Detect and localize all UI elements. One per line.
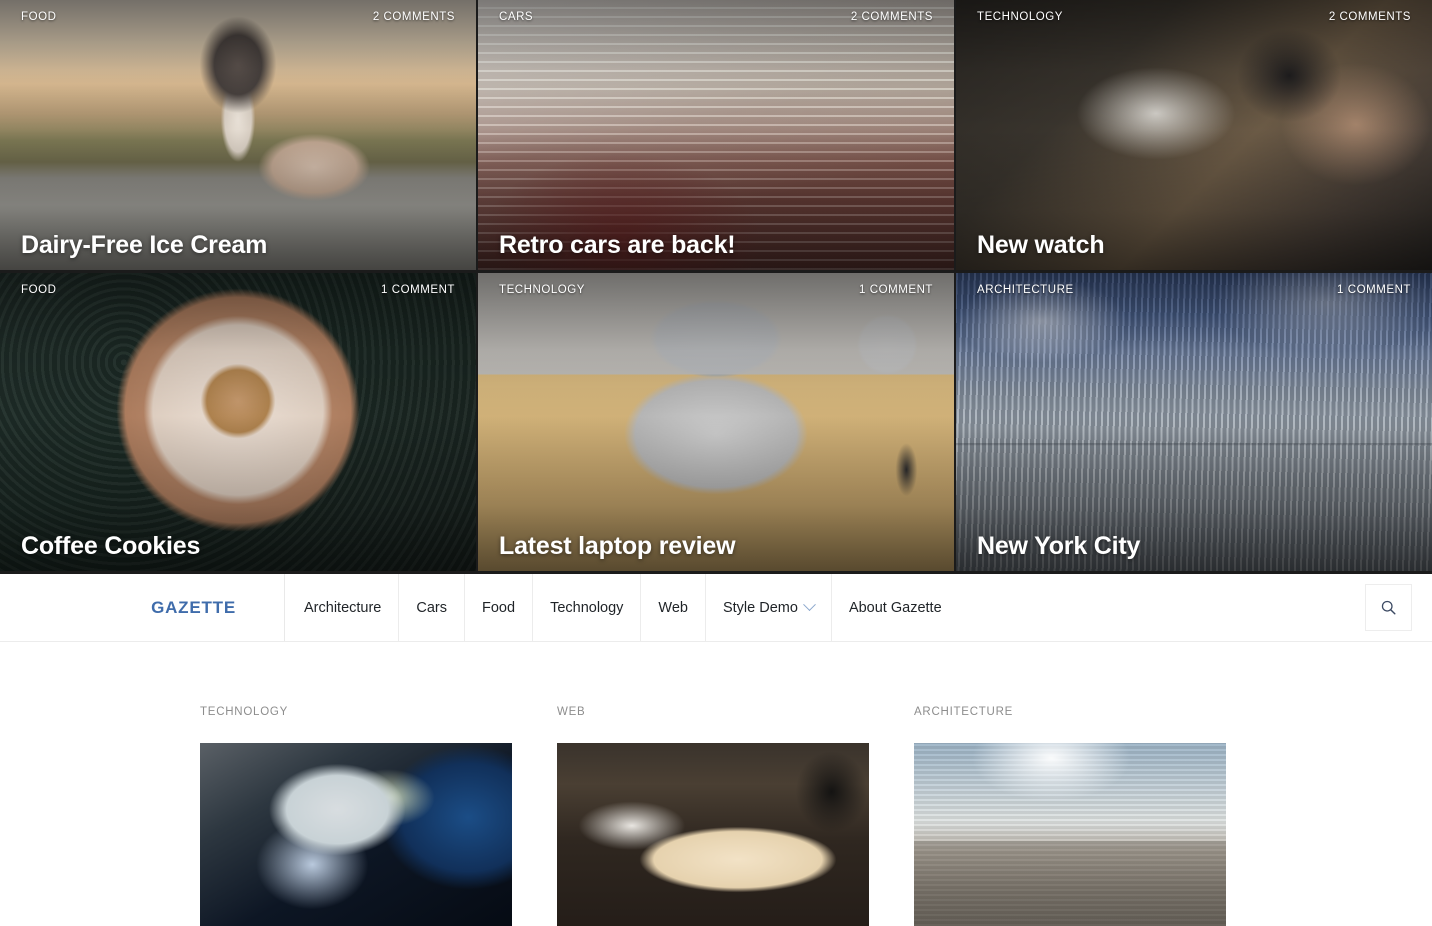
tile-category[interactable]: CARS xyxy=(499,11,533,23)
nav-item-technology[interactable]: Technology xyxy=(533,574,642,641)
tile-category[interactable]: TECHNOLOGY xyxy=(499,284,585,296)
nav-item-label: Food xyxy=(482,599,516,616)
nav-item-about-gazette[interactable]: About Gazette xyxy=(832,574,959,641)
tile-meta: FOOD 2 COMMENTS xyxy=(21,11,455,23)
tile-overlay-shade xyxy=(0,0,476,270)
abstract-blue-photo[interactable] xyxy=(200,743,512,926)
tile-comment-count[interactable]: 1 COMMENT xyxy=(859,284,933,296)
featured-tile-dairy-free-ice-cream[interactable]: FOOD 2 COMMENTS Dairy-Free Ice Cream xyxy=(0,0,476,270)
search-cell xyxy=(1344,574,1432,641)
nav-item-cars[interactable]: Cars xyxy=(399,574,465,641)
teaser-category-label[interactable]: ARCHITECTURE xyxy=(914,706,1226,718)
nav-item-label: Style Demo xyxy=(722,599,798,616)
featured-tile-retro-cars[interactable]: CARS 2 COMMENTS Retro cars are back! xyxy=(478,0,954,270)
teaser-architecture: ARCHITECTURE xyxy=(914,706,1226,926)
tile-title[interactable]: Dairy-Free Ice Cream xyxy=(21,231,455,260)
tile-overlay-shade xyxy=(956,273,1432,571)
tile-meta: FOOD 1 COMMENT xyxy=(21,284,455,296)
featured-row-bottom: FOOD 1 COMMENT Coffee Cookies TECHNOLOGY… xyxy=(0,273,1432,571)
nav-item-style-demo[interactable]: Style Demo xyxy=(706,574,832,641)
tile-title[interactable]: New York City xyxy=(977,532,1411,561)
nav-item-web[interactable]: Web xyxy=(641,574,706,641)
tile-overlay-shade xyxy=(478,0,954,270)
tile-category[interactable]: TECHNOLOGY xyxy=(977,11,1063,23)
nav-item-food[interactable]: Food xyxy=(465,574,534,641)
tile-comment-count[interactable]: 1 COMMENT xyxy=(1337,284,1411,296)
featured-tile-latest-laptop-review[interactable]: TECHNOLOGY 1 COMMENT Latest laptop revie… xyxy=(478,273,954,571)
tile-category[interactable]: ARCHITECTURE xyxy=(977,284,1074,296)
featured-tile-new-watch[interactable]: TECHNOLOGY 2 COMMENTS New watch xyxy=(956,0,1432,270)
tile-comment-count[interactable]: 2 COMMENTS xyxy=(373,11,455,23)
site-logo[interactable]: GAZETTE xyxy=(0,574,285,641)
teaser-technology: TECHNOLOGY xyxy=(200,706,512,926)
nav-item-label: Web xyxy=(658,599,688,616)
nav-item-label: Architecture xyxy=(304,599,382,616)
teaser-category-label[interactable]: TECHNOLOGY xyxy=(200,706,512,718)
nav-item-architecture[interactable]: Architecture xyxy=(285,574,400,641)
tile-title[interactable]: Retro cars are back! xyxy=(499,231,933,260)
paris-skyline-photo[interactable] xyxy=(914,743,1226,926)
tile-title[interactable]: Coffee Cookies xyxy=(21,532,455,561)
search-button[interactable] xyxy=(1364,584,1412,631)
tile-overlay-shade xyxy=(478,273,954,571)
tile-category[interactable]: FOOD xyxy=(21,11,56,23)
category-teasers-section: TECHNOLOGY WEB ARCHITECTURE xyxy=(0,642,1432,926)
site-logo-text[interactable]: GAZETTE xyxy=(151,598,236,618)
featured-tile-coffee-cookies[interactable]: FOOD 1 COMMENT Coffee Cookies xyxy=(0,273,476,571)
featured-row-top: FOOD 2 COMMENTS Dairy-Free Ice Cream CAR… xyxy=(0,0,1432,270)
search-icon xyxy=(1381,600,1396,615)
notebook-laptop-photo[interactable] xyxy=(557,743,869,926)
tile-meta: TECHNOLOGY 1 COMMENT xyxy=(499,284,933,296)
nav-item-label: Technology xyxy=(550,599,624,616)
tile-overlay-shade xyxy=(0,273,476,571)
teaser-category-label[interactable]: WEB xyxy=(557,706,869,718)
tile-title[interactable]: Latest laptop review xyxy=(499,532,933,561)
tile-comment-count[interactable]: 2 COMMENTS xyxy=(1329,11,1411,23)
tile-meta: CARS 2 COMMENTS xyxy=(499,11,933,23)
nav-item-label: About Gazette xyxy=(848,599,942,616)
nav-links: Architecture Cars Food Technology Web St… xyxy=(285,574,1344,641)
chevron-down-icon xyxy=(803,598,816,612)
teaser-web: WEB xyxy=(557,706,869,926)
tile-comment-count[interactable]: 1 COMMENT xyxy=(381,284,455,296)
tile-meta: ARCHITECTURE 1 COMMENT xyxy=(977,284,1411,296)
tile-category[interactable]: FOOD xyxy=(21,284,56,296)
featured-posts-grid: FOOD 2 COMMENTS Dairy-Free Ice Cream CAR… xyxy=(0,0,1432,574)
tile-meta: TECHNOLOGY 2 COMMENTS xyxy=(977,11,1411,23)
tile-comment-count[interactable]: 2 COMMENTS xyxy=(851,11,933,23)
tile-title[interactable]: New watch xyxy=(977,231,1411,260)
featured-tile-new-york-city[interactable]: ARCHITECTURE 1 COMMENT New York City xyxy=(956,273,1432,571)
tile-overlay-shade xyxy=(956,0,1432,270)
nav-item-label: Cars xyxy=(416,599,447,616)
teasers-container: TECHNOLOGY WEB ARCHITECTURE xyxy=(200,706,1232,926)
main-navigation-bar: GAZETTE Architecture Cars Food Technolog… xyxy=(0,574,1432,642)
